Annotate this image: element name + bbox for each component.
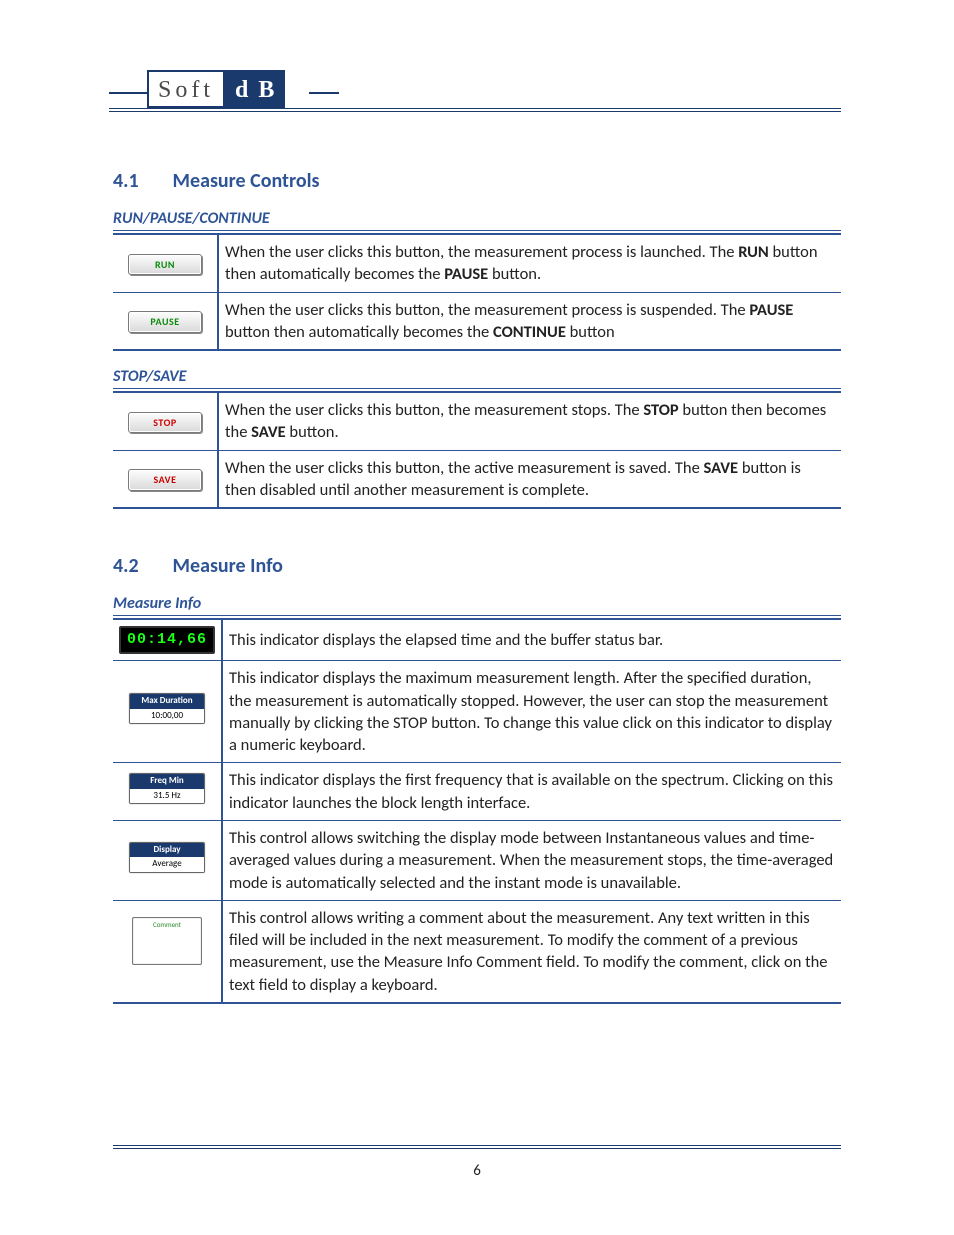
heading-4-1-title: Measure Controls	[173, 169, 320, 193]
save-button-icon: SAVE	[128, 469, 202, 491]
pause-button-icon: PAUSE	[128, 311, 202, 333]
freq-min-indicator-icon: Freq Min 31.5 Hz	[129, 773, 205, 804]
subhead-info: Measure Info	[113, 594, 841, 616]
row-timer-text: This indicator displays the elapsed time…	[222, 619, 841, 661]
row-maxdur: Max Duration 10:00,00 This indicator dis…	[113, 661, 841, 763]
subhead-stop: STOP/SAVE	[113, 367, 841, 389]
brand-soft: Soft	[149, 72, 225, 106]
row-save: SAVE When the user clicks this button, t…	[113, 450, 841, 508]
row-freqmin: Freq Min 31.5 Hz This indicator displays…	[113, 763, 841, 821]
table-stop-save: STOP When the user clicks this button, t…	[113, 391, 841, 509]
row-pause-text: When the user clicks this button, the me…	[218, 292, 841, 350]
page-number: 6	[0, 1162, 954, 1180]
row-run: RUN When the user clicks this button, th…	[113, 234, 841, 292]
heading-4-2-title: Measure Info	[173, 554, 283, 578]
row-comment-text: This control allows writing a comment ab…	[222, 900, 841, 1003]
display-mode-control-icon: Display Average	[129, 842, 205, 873]
row-stop-text: When the user clicks this button, the me…	[218, 392, 841, 450]
run-button-icon: RUN	[128, 254, 202, 276]
timer-indicator-icon: 00:14,66	[119, 626, 215, 654]
heading-4-2: 4.2 Measure Info	[113, 554, 841, 578]
row-pause: PAUSE When the user clicks this button, …	[113, 292, 841, 350]
row-stop: STOP When the user clicks this button, t…	[113, 392, 841, 450]
max-duration-indicator-icon: Max Duration 10:00,00	[129, 693, 205, 724]
brand-db: d B	[225, 72, 283, 106]
row-run-text: When the user clicks this button, the me…	[218, 234, 841, 292]
brand-logo: Soft d B	[147, 70, 285, 108]
row-display-text: This control allows switching the displa…	[222, 820, 841, 900]
row-maxdur-text: This indicator displays the maximum meas…	[222, 661, 841, 763]
heading-4-2-num: 4.2	[113, 554, 168, 578]
row-display: Display Average This control allows swit…	[113, 820, 841, 900]
brand-header: Soft d B	[113, 70, 841, 114]
row-comment: Comment This control allows writing a co…	[113, 900, 841, 1003]
table-run-pause: RUN When the user clicks this button, th…	[113, 233, 841, 351]
row-freqmin-text: This indicator displays the first freque…	[222, 763, 841, 821]
stop-button-icon: STOP	[128, 412, 202, 434]
footer-rule	[113, 1145, 841, 1149]
row-save-text: When the user clicks this button, the ac…	[218, 450, 841, 508]
heading-4-1: 4.1 Measure Controls	[113, 169, 841, 193]
comment-control-icon: Comment	[132, 917, 202, 965]
table-measure-info: 00:14,66 This indicator displays the ela…	[113, 618, 841, 1004]
row-timer: 00:14,66 This indicator displays the ela…	[113, 619, 841, 661]
heading-4-1-num: 4.1	[113, 169, 168, 193]
subhead-run: RUN/PAUSE/CONTINUE	[113, 209, 841, 231]
